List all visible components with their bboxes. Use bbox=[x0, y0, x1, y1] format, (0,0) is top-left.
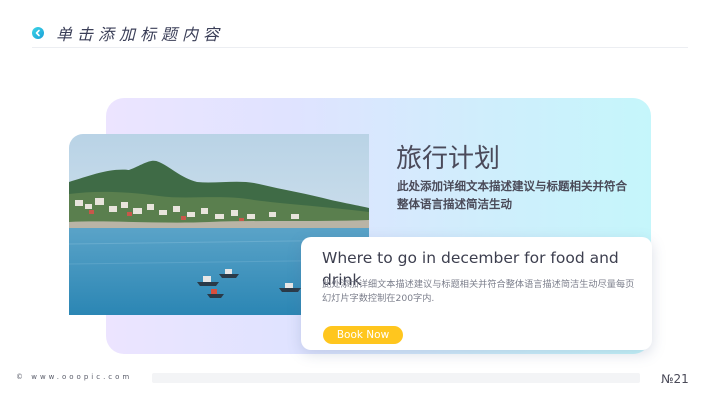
footer-bar bbox=[152, 373, 640, 383]
section-description: 此处添加详细文本描述建议与标题相关并符合整体语言描述简洁生动 bbox=[397, 179, 627, 211]
card-description: 此处添加详细文本描述建议与标题相关并符合整体语言描述简洁生动尽量每页幻灯片字数控… bbox=[322, 279, 635, 304]
info-card: Where to go in december for food and dri… bbox=[301, 237, 652, 350]
page-number: №21 bbox=[661, 372, 689, 386]
section-title: 旅行计划 bbox=[396, 144, 501, 174]
chevron-left-icon bbox=[32, 27, 44, 39]
footer-site-url: © www.ooopic.com bbox=[16, 373, 133, 381]
book-now-button[interactable]: Book Now bbox=[323, 326, 403, 344]
header-divider bbox=[32, 47, 688, 48]
slide-title: 单击添加标题内容 bbox=[56, 25, 225, 44]
slide-header: 单击添加标题内容 bbox=[32, 22, 224, 44]
